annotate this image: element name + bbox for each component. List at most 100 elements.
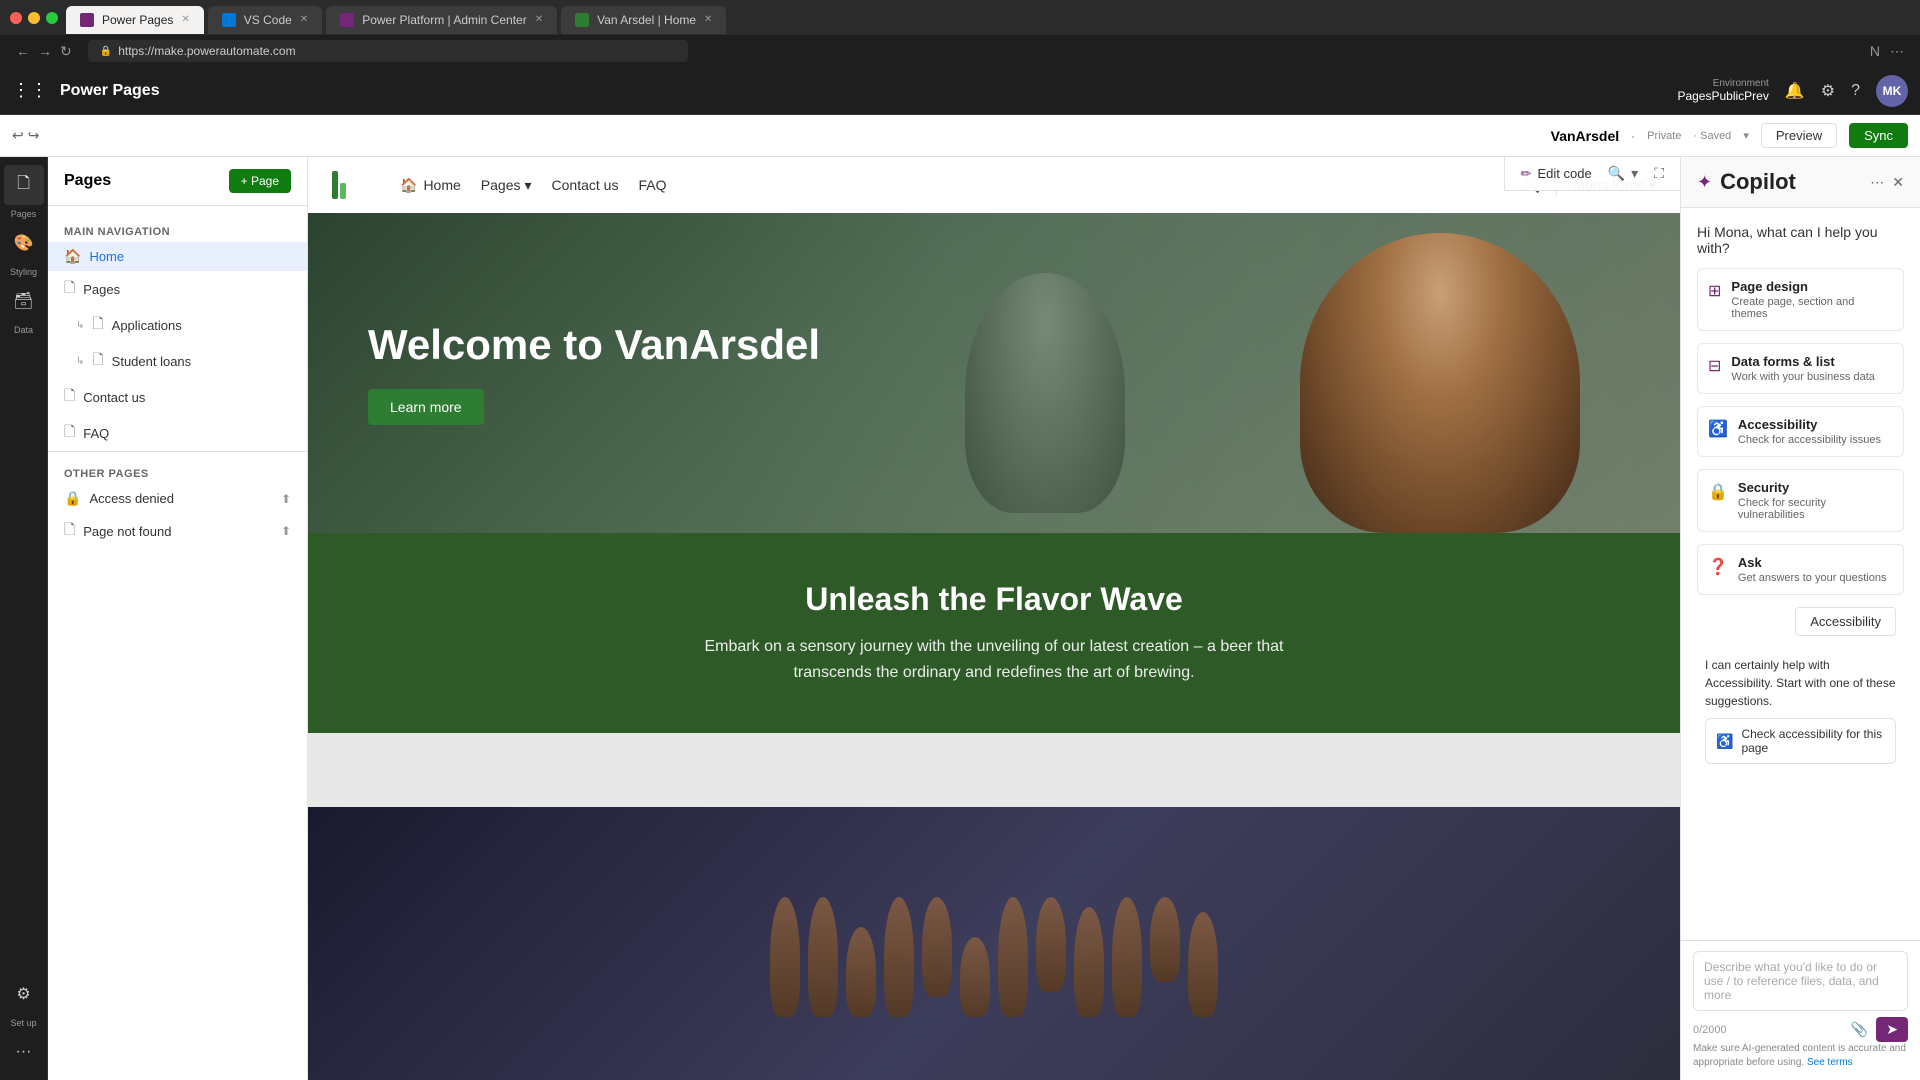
privacy-status: Private	[1647, 130, 1681, 142]
redo-button[interactable]: ↪	[28, 127, 40, 144]
tab-vscode[interactable]: VS Code ✕	[208, 6, 322, 34]
save-status: · Saved	[1693, 130, 1731, 142]
tab-favicon-vanarsdel	[575, 13, 589, 27]
zoom-out-button[interactable]: 🔍	[1608, 165, 1625, 182]
contact-us-icon: 🗋	[64, 385, 75, 409]
logo-bar-tall	[332, 171, 338, 199]
tab-label-power-pages: Power Pages	[102, 13, 173, 27]
help-icon[interactable]: ?	[1851, 82, 1860, 100]
copilot-option-page-design[interactable]: ⊞ Page design Create page, section and t…	[1697, 268, 1904, 331]
copilot-option-ask[interactable]: ❓ Ask Get answers to your questions	[1697, 544, 1904, 595]
hero-title: Welcome to VanArsdel	[368, 321, 820, 369]
url-bar[interactable]: 🔒 https://make.powerautomate.com	[88, 40, 688, 62]
back-button[interactable]: ←	[16, 43, 30, 59]
nav-item-page-not-found-label: Page not found	[83, 524, 171, 539]
tab-admin[interactable]: Power Platform | Admin Center ✕	[326, 6, 557, 34]
site-nav-links: 🏠 Home Pages ▾ Contact us FAQ	[400, 177, 1499, 194]
nav-item-page-not-found[interactable]: 🗋 Page not found ⬆	[48, 513, 307, 549]
hand-3	[846, 927, 876, 1017]
indent-arrow-applications: ↳	[76, 320, 84, 331]
suggestion-label: Check accessibility for this page	[1741, 727, 1885, 755]
data-forms-icon: ⊟	[1708, 356, 1721, 376]
copilot-title-row: ✦ Copilot	[1697, 169, 1796, 195]
chat-attach-button[interactable]: 📎	[1851, 1017, 1868, 1042]
home-nav-icon: 🏠	[400, 177, 417, 194]
settings-icon[interactable]: ⚙	[1821, 81, 1835, 101]
site-nav-pages[interactable]: Pages ▾	[481, 177, 532, 194]
copilot-content: Hi Mona, what can I help you with? ⊞ Pag…	[1681, 208, 1920, 940]
page-not-found-upload-icon: ⬆	[281, 524, 291, 538]
copilot-option-accessibility[interactable]: ♿ Accessibility Check for accessibility …	[1697, 406, 1904, 457]
nav-item-contact-us[interactable]: 🗋 Contact us	[48, 379, 307, 415]
access-denied-icon: 🔒	[64, 490, 81, 507]
sidebar-item-data[interactable]: 🗃 Data	[4, 281, 44, 335]
green-section-description: Embark on a sensory journey with the unv…	[694, 634, 1294, 685]
copilot-logo-icon: ✦	[1697, 172, 1712, 193]
notification-icon[interactable]: 🔔	[1785, 81, 1805, 101]
nav-item-student-loans-label: Student loans	[112, 354, 192, 369]
profile-icon[interactable]: N	[1870, 43, 1880, 59]
site-nav-pages-label: Pages	[481, 177, 521, 193]
refresh-button[interactable]: ↻	[60, 43, 72, 60]
data-icon: 🗃	[4, 281, 44, 321]
tab-close-power-pages[interactable]: ✕	[181, 14, 189, 25]
sidebar-item-styling[interactable]: 🎨 Styling	[4, 223, 44, 277]
lock-icon: 🔒	[100, 46, 112, 57]
copilot-close-button[interactable]: ✕	[1892, 174, 1904, 191]
nav-item-pages[interactable]: 🗋 Pages	[48, 271, 307, 307]
add-page-button[interactable]: + Page	[229, 169, 291, 193]
sidebar-item-more[interactable]: ···	[4, 1032, 44, 1072]
chat-send-button[interactable]: ➤	[1876, 1017, 1908, 1042]
waffle-menu-icon[interactable]: ⋮⋮	[12, 80, 48, 101]
site-nav-faq[interactable]: FAQ	[638, 177, 666, 193]
sidebar-item-pages[interactable]: 🗋 Pages	[4, 165, 44, 219]
tab-power-pages[interactable]: Power Pages ✕	[66, 6, 204, 34]
site-nav-contact[interactable]: Contact us	[552, 177, 619, 193]
extensions-icon[interactable]: ⋯	[1890, 43, 1904, 60]
hero-person-secondary	[965, 273, 1125, 513]
nav-item-faq[interactable]: 🗋 FAQ	[48, 415, 307, 451]
copilot-more-button[interactable]: ⋯	[1870, 174, 1884, 191]
hero-cta-button[interactable]: Learn more	[368, 389, 484, 425]
forward-button[interactable]: →	[38, 43, 52, 59]
fullscreen-button[interactable]: ⛶	[1654, 165, 1664, 182]
tab-vanarsdel[interactable]: Van Arsdel | Home ✕	[561, 6, 726, 34]
nav-item-home[interactable]: 🏠 Home	[48, 242, 307, 271]
chat-suggestion-accessibility[interactable]: ♿ Check accessibility for this page	[1705, 718, 1896, 764]
website-preview: ✏ Edit code 🔍 ▾ ⛶	[308, 157, 1680, 1080]
copilot-option-data-forms[interactable]: ⊟ Data forms & list Work with your busin…	[1697, 343, 1904, 394]
chat-input-placeholder: Describe what you'd like to do or use / …	[1704, 960, 1879, 1002]
toolbar-left: ↩ ↪	[12, 127, 39, 144]
edit-code-label: Edit code	[1538, 166, 1592, 181]
copilot-option-security[interactable]: 🔒 Security Check for security vulnerabil…	[1697, 469, 1904, 532]
nav-item-applications[interactable]: ↳ 🗋 Applications	[48, 307, 307, 343]
edit-code-button[interactable]: ✏ Edit code	[1521, 166, 1592, 182]
zoom-in-button[interactable]: ▾	[1631, 165, 1638, 182]
tab-close-vscode[interactable]: ✕	[300, 14, 308, 25]
chat-conversation: I can certainly help with Accessibility.…	[1697, 648, 1904, 780]
nav-item-student-loans[interactable]: ↳ 🗋 Student loans	[48, 343, 307, 379]
status-chevron[interactable]: ▾	[1743, 129, 1749, 142]
nav-item-contact-us-label: Contact us	[83, 390, 145, 405]
disclaimer-link[interactable]: See terms	[1807, 1057, 1853, 1068]
security-title: Security	[1738, 480, 1893, 495]
hero-section: Welcome to VanArsdel Learn more	[308, 213, 1680, 533]
tab-favicon-admin	[340, 13, 354, 27]
site-nav-home[interactable]: 🏠 Home	[400, 177, 461, 194]
accessibility-quick-button[interactable]: Accessibility	[1795, 607, 1896, 636]
environment-name: PagesPublicPrev	[1677, 89, 1768, 103]
tab-bar: Power Pages ✕ VS Code ✕ Power Platform |…	[66, 0, 1910, 35]
user-avatar[interactable]: MK	[1876, 75, 1908, 107]
chat-input-actions: 0/2000 📎 ➤	[1693, 1017, 1908, 1042]
sidebar-item-setup[interactable]: ⚙ Set up	[4, 974, 44, 1028]
tab-close-admin[interactable]: ✕	[535, 14, 543, 25]
nav-item-access-denied[interactable]: 🔒 Access denied ⬆	[48, 484, 307, 513]
sync-button[interactable]: Sync	[1849, 123, 1908, 148]
undo-button[interactable]: ↩	[12, 127, 24, 144]
close-window-btn[interactable]	[10, 12, 22, 24]
tab-close-vanarsdel[interactable]: ✕	[704, 14, 712, 25]
preview-button[interactable]: Preview	[1761, 123, 1837, 148]
minimize-window-btn[interactable]	[28, 12, 40, 24]
maximize-window-btn[interactable]	[46, 12, 58, 24]
chat-input-area[interactable]: Describe what you'd like to do or use / …	[1693, 951, 1908, 1011]
